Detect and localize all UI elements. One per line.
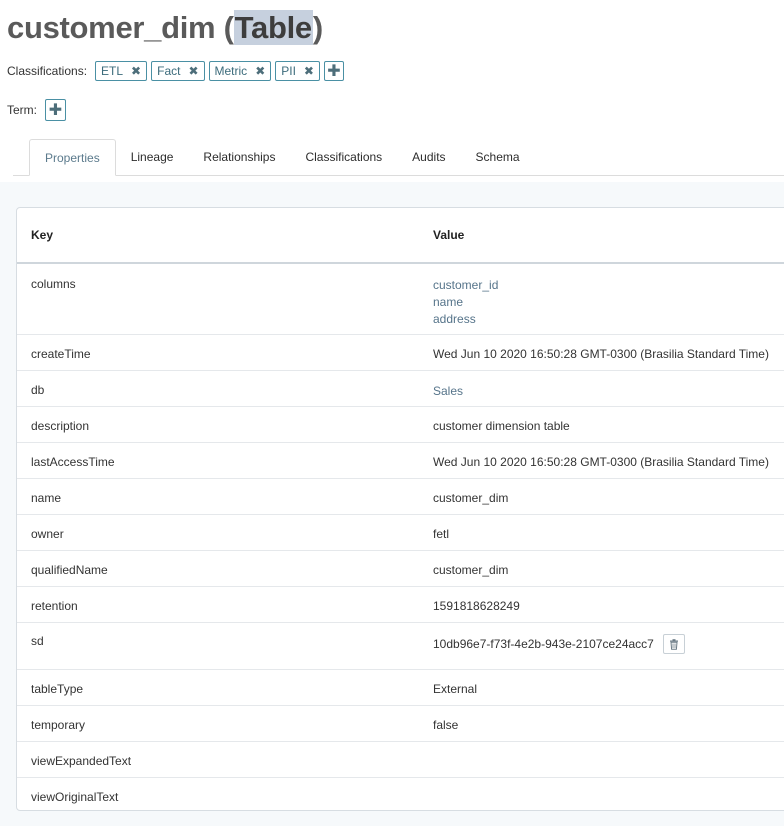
classification-chip-metric[interactable]: Metric ✖ xyxy=(208,61,272,81)
property-value xyxy=(433,790,784,810)
property-value-text: 1591818628249 xyxy=(433,599,520,613)
property-key: db xyxy=(31,383,45,397)
add-classification-button[interactable]: ✚ xyxy=(323,61,344,81)
property-value-text: Wed Jun 10 2020 16:50:28 GMT-0300 (Brasi… xyxy=(433,455,769,469)
key-column-header: Key xyxy=(31,228,54,242)
sd-value: 10db96e7-f73f-4e2b-943e-2107ce24acc7 xyxy=(433,637,654,651)
property-value: fetl xyxy=(433,527,784,550)
term-row: Term: ✚ xyxy=(7,98,66,122)
table-row: columns customer_id name address xyxy=(17,264,784,335)
table-row: sd 10db96e7-f73f-4e2b-943e-2107ce24acc7 xyxy=(17,623,784,670)
entity-name: customer_dim xyxy=(7,10,216,45)
property-value-text: customer dimension table xyxy=(433,419,570,433)
classification-chip-label: ETL xyxy=(101,64,124,78)
property-value-text: false xyxy=(433,718,459,732)
property-value: Wed Jun 10 2020 16:50:28 GMT-0300 (Brasi… xyxy=(433,455,784,478)
property-key: sd xyxy=(31,634,44,648)
property-value: customer_dim xyxy=(433,563,784,586)
remove-classification-icon[interactable]: ✖ xyxy=(188,64,198,78)
remove-classification-icon[interactable]: ✖ xyxy=(131,64,141,78)
property-value: 10db96e7-f73f-4e2b-943e-2107ce24acc7 xyxy=(433,634,784,669)
tab-lineage[interactable]: Lineage xyxy=(116,139,189,175)
property-key: createTime xyxy=(31,347,91,361)
remove-classification-icon[interactable]: ✖ xyxy=(304,64,314,78)
classification-chip-fact[interactable]: Fact ✖ xyxy=(151,61,205,81)
table-row: name customer_dim xyxy=(17,479,784,515)
tab-schema[interactable]: Schema xyxy=(461,139,535,175)
trash-icon[interactable] xyxy=(662,634,685,654)
property-value-text: fetl xyxy=(433,527,450,541)
property-value: Sales xyxy=(433,383,784,406)
property-key: temporary xyxy=(31,718,86,732)
tab-classifications[interactable]: Classifications xyxy=(290,139,397,175)
value-column-header: Value xyxy=(433,228,465,242)
classifications-row: Classifications: ETL ✖ Fact ✖ Metric ✖ PII ✖ ✚ xyxy=(7,59,344,83)
open-paren: ( xyxy=(223,10,234,45)
property-key: retention xyxy=(31,599,78,613)
column-link[interactable]: address xyxy=(433,311,784,328)
classification-chips: ETL ✖ Fact ✖ Metric ✖ PII ✖ xyxy=(95,61,324,81)
entity-type: Table xyxy=(233,10,313,45)
table-row: tableType External xyxy=(17,670,784,706)
table-header: Key Value xyxy=(17,208,784,264)
property-value: customer_id name address xyxy=(433,277,784,334)
table-row: lastAccessTime Wed Jun 10 2020 16:50:28 G… xyxy=(17,443,784,479)
tab-relationships[interactable]: Relationships xyxy=(188,139,290,175)
table-row: db Sales xyxy=(17,371,784,407)
classification-chip-label: PII xyxy=(281,64,296,78)
property-value: customer dimension table xyxy=(433,419,784,442)
property-key: tableType xyxy=(31,682,84,696)
table-body: columns customer_id name address createTime W… xyxy=(17,264,784,810)
term-label: Term: xyxy=(7,103,37,117)
tab-audits[interactable]: Audits xyxy=(397,139,460,175)
property-key: name xyxy=(31,491,62,505)
property-key: viewExpandedText xyxy=(31,754,132,768)
column-link[interactable]: customer_id xyxy=(433,277,784,294)
tab-properties[interactable]: Properties xyxy=(29,139,116,176)
classification-chip-etl[interactable]: ETL ✖ xyxy=(95,61,148,81)
table-row: owner fetl xyxy=(17,515,784,551)
sd-value-line: 10db96e7-f73f-4e2b-943e-2107ce24acc7 xyxy=(433,634,784,654)
db-link[interactable]: Sales xyxy=(433,383,784,400)
table-row: viewExpandedText xyxy=(17,742,784,778)
properties-table: Key Value columns customer_id name address c… xyxy=(16,207,784,811)
property-value-text: Wed Jun 10 2020 16:50:28 GMT-0300 (Brasi… xyxy=(433,347,769,361)
property-value-text: External xyxy=(433,682,478,696)
property-value: false xyxy=(433,718,784,741)
table-row: retention 1591818628249 xyxy=(17,587,784,623)
property-value-text: customer_dim xyxy=(433,563,509,577)
property-value: 1591818628249 xyxy=(433,599,784,622)
add-term-button[interactable]: ✚ xyxy=(45,99,66,121)
property-key: description xyxy=(31,419,90,433)
table-row: description customer dimension table xyxy=(17,407,784,443)
property-value xyxy=(433,754,784,777)
property-key: lastAccessTime xyxy=(31,455,115,469)
property-value: customer_dim xyxy=(433,491,784,514)
remove-classification-icon[interactable]: ✖ xyxy=(255,64,265,78)
property-key: viewOriginalText xyxy=(31,790,119,804)
property-value-text: customer_dim xyxy=(433,491,509,505)
classification-chip-label: Metric xyxy=(214,64,248,78)
property-key: owner xyxy=(31,527,64,541)
page-title: customer_dim (Table) xyxy=(7,6,323,50)
classification-chip-label: Fact xyxy=(157,64,181,78)
property-value: External xyxy=(433,682,784,705)
table-row: temporary false xyxy=(17,706,784,742)
table-row: viewOriginalText xyxy=(17,778,784,810)
classification-chip-pii[interactable]: PII ✖ xyxy=(275,61,320,81)
property-key: qualifiedName xyxy=(31,563,108,577)
detail-tabs: Properties Lineage Relationships Classifica… xyxy=(13,138,784,176)
table-row: qualifiedName customer_dim xyxy=(17,551,784,587)
table-row: createTime Wed Jun 10 2020 16:50:28 GMT-0… xyxy=(17,335,784,371)
column-link[interactable]: name xyxy=(433,294,784,311)
classifications-label: Classifications: xyxy=(7,64,88,78)
property-key: columns xyxy=(31,277,76,291)
property-value: Wed Jun 10 2020 16:50:28 GMT-0300 (Brasi… xyxy=(433,347,784,370)
close-paren: ) xyxy=(312,10,323,45)
